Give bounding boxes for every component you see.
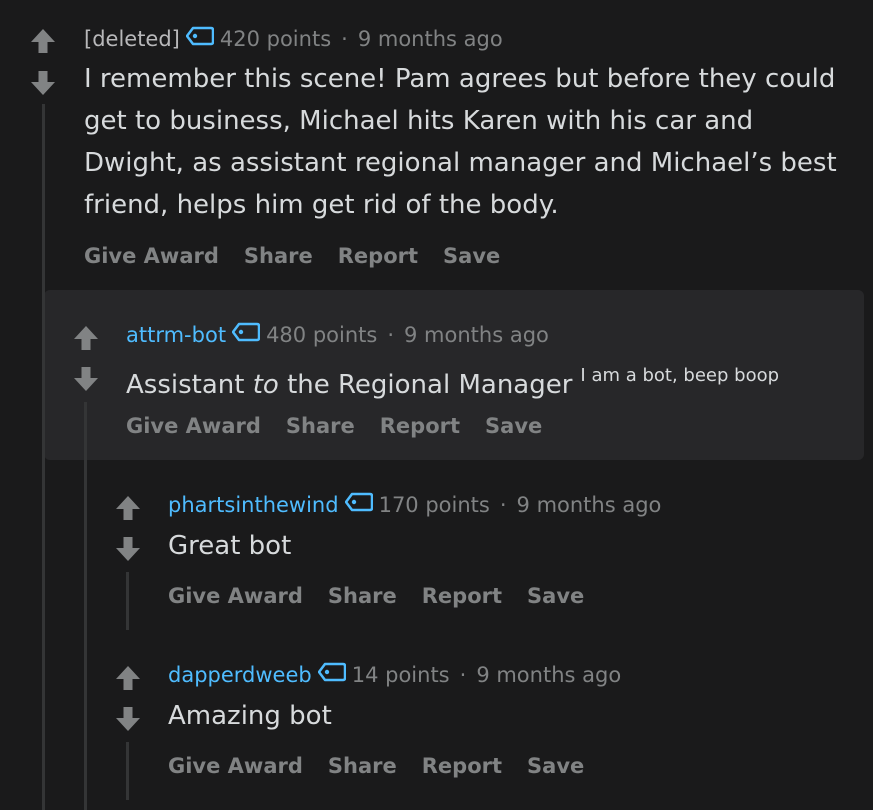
comment-body: Great bot (168, 531, 292, 561)
thread-line[interactable] (126, 572, 129, 630)
points-count: 170 points (378, 493, 490, 517)
superscript-note: I am a bot, beep boop (580, 365, 780, 386)
author-name[interactable]: attrm-bot (126, 322, 226, 348)
timestamp[interactable]: 9 months ago (358, 26, 503, 52)
report-button[interactable]: Report (422, 584, 502, 608)
comment-body: Amazing bot (168, 701, 332, 731)
meta-separator: · (499, 493, 507, 517)
author-name: [deleted] (84, 27, 180, 51)
comment-body: Assistant to the Regional Manager I am a … (126, 355, 856, 406)
comment-meta: dapperdweeb 14 points · 9 months ago (168, 662, 621, 688)
points-count: 480 points (266, 323, 378, 347)
downvote-arrow-icon[interactable] (73, 366, 99, 392)
share-button[interactable]: Share (328, 754, 397, 778)
timestamp[interactable]: 9 months ago (476, 662, 621, 688)
give-award-button[interactable]: Give Award (168, 584, 303, 608)
report-button[interactable]: Report (380, 414, 460, 438)
comment-actions: Give Award Share Report Save (126, 414, 567, 438)
upvote-arrow-icon[interactable] (30, 28, 56, 54)
body-emphasis: to (252, 370, 279, 400)
author-name[interactable]: phartsinthewind (168, 492, 339, 518)
report-button[interactable]: Report (422, 754, 502, 778)
comment-meta: [deleted] 420 points · 9 months ago (84, 26, 503, 52)
upvote-arrow-icon[interactable] (73, 325, 99, 351)
timestamp[interactable]: 9 months ago (517, 492, 662, 518)
save-button[interactable]: Save (527, 584, 584, 608)
comment-actions: Give Award Share Report Save (168, 584, 609, 608)
body-text-part: the Regional Manager (278, 370, 573, 400)
share-button[interactable]: Share (244, 244, 313, 268)
tag-icon (317, 662, 346, 688)
tag-icon (344, 492, 373, 518)
save-button[interactable]: Save (527, 754, 584, 778)
comment-actions: Give Award Share Report Save (84, 244, 525, 268)
thread-line[interactable] (84, 402, 87, 810)
body-text-part: Assistant (126, 370, 253, 400)
points-count: 14 points (351, 663, 450, 687)
meta-separator: · (387, 323, 395, 347)
tag-icon (185, 26, 215, 52)
downvote-arrow-icon[interactable] (115, 536, 141, 562)
upvote-arrow-icon[interactable] (115, 665, 141, 691)
comment-actions: Give Award Share Report Save (168, 754, 609, 778)
thread-line[interactable] (126, 742, 129, 800)
timestamp[interactable]: 9 months ago (404, 322, 549, 348)
downvote-arrow-icon[interactable] (30, 70, 56, 96)
meta-separator: · (341, 27, 348, 51)
save-button[interactable]: Save (443, 244, 500, 268)
give-award-button[interactable]: Give Award (126, 414, 261, 438)
give-award-button[interactable]: Give Award (168, 754, 303, 778)
save-button[interactable]: Save (485, 414, 542, 438)
report-button[interactable]: Report (338, 244, 418, 268)
comment-meta: attrm-bot 480 points · 9 months ago (126, 322, 549, 348)
tag-icon (231, 322, 261, 348)
meta-separator: · (459, 663, 467, 687)
points-count: 420 points (219, 27, 332, 51)
comment-meta: phartsinthewind 170 points · 9 months ag… (168, 492, 661, 518)
downvote-arrow-icon[interactable] (115, 706, 141, 732)
thread-line[interactable] (42, 104, 45, 810)
share-button[interactable]: Share (286, 414, 355, 438)
upvote-arrow-icon[interactable] (115, 495, 141, 521)
give-award-button[interactable]: Give Award (84, 244, 219, 268)
comment-body: I remember this scene! Pam agrees but be… (84, 64, 837, 220)
comment-thread: [deleted] 420 points · 9 months ago I re… (0, 0, 873, 810)
share-button[interactable]: Share (328, 584, 397, 608)
author-name[interactable]: dapperdweeb (168, 662, 312, 688)
